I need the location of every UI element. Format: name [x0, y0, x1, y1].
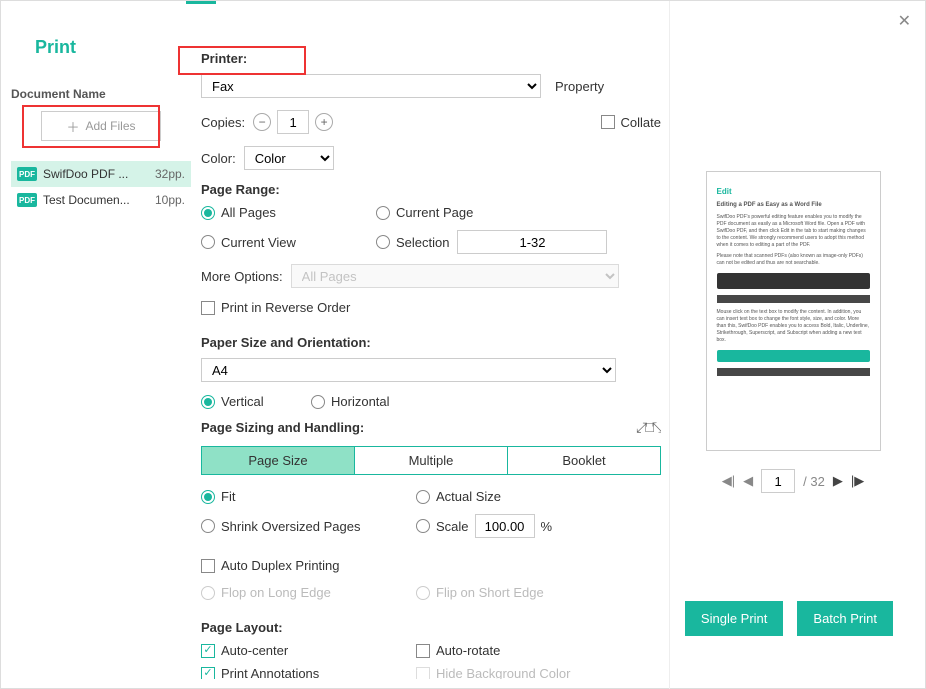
- copies-input[interactable]: [277, 110, 309, 134]
- sidebar: Document Name ＋ Add Files PDF SwifDoo PD…: [11, 87, 191, 213]
- radio-icon: [201, 395, 215, 409]
- radio-vertical[interactable]: Vertical: [201, 394, 311, 409]
- tab-booklet[interactable]: Booklet: [508, 447, 660, 474]
- radio-flop-long: Flop on Long Edge: [201, 585, 416, 600]
- scale-input[interactable]: [475, 514, 535, 538]
- checkbox-icon: [416, 667, 430, 680]
- page-total: / 32: [803, 474, 825, 489]
- printer-select[interactable]: Fax: [201, 74, 541, 98]
- document-list: PDF SwifDoo PDF ... 32pp. PDF Test Docum…: [11, 161, 191, 213]
- radio-scale[interactable]: Scale %: [416, 514, 552, 538]
- radio-icon: [416, 490, 430, 504]
- color-select[interactable]: Color: [244, 146, 334, 170]
- list-item[interactable]: PDF SwifDoo PDF ... 32pp.: [11, 161, 191, 187]
- hide-bg-checkbox: Hide Background Color: [416, 666, 631, 679]
- action-buttons: Single Print Batch Print: [685, 601, 893, 636]
- page-range-label: Page Range:: [201, 182, 661, 197]
- reverse-checkbox[interactable]: Print in Reverse Order: [201, 300, 416, 315]
- page-preview: Edit Editing a PDF as Easy as a Word Fil…: [706, 171, 881, 451]
- selection-input[interactable]: [457, 230, 607, 254]
- preview-subheading: Editing a PDF as Easy as a Word File: [717, 201, 870, 209]
- doc-pages: 32pp.: [155, 167, 185, 181]
- radio-current-page[interactable]: Current Page: [376, 205, 473, 220]
- prev-page-icon[interactable]: ◀: [743, 473, 753, 489]
- preview-nav: ◀| ◀ / 32 ▶ |▶: [693, 469, 893, 493]
- plus-icon: ＋: [66, 117, 79, 136]
- list-item[interactable]: PDF Test Documen... 10pp.: [11, 187, 191, 213]
- dialog-title: Print: [35, 37, 76, 58]
- sizing-label: Page Sizing and Handling:: [201, 420, 364, 435]
- radio-actual-size[interactable]: Actual Size: [416, 489, 501, 504]
- doc-name: SwifDoo PDF ...: [43, 167, 151, 181]
- property-link[interactable]: Property: [555, 79, 604, 94]
- radio-icon: [201, 490, 215, 504]
- printer-label: Printer:: [201, 51, 661, 66]
- page-layout-label: Page Layout:: [201, 620, 661, 635]
- tab-multiple[interactable]: Multiple: [355, 447, 508, 474]
- print-annotations-checkbox[interactable]: Print Annotations: [201, 666, 416, 679]
- dimensions-icon[interactable]: ⤢□⤡: [636, 419, 661, 436]
- accent-bar: [186, 1, 216, 4]
- copies-label: Copies:: [201, 115, 245, 130]
- color-label: Color:: [201, 151, 236, 166]
- add-files-button[interactable]: ＋ Add Files: [41, 111, 161, 141]
- preview-heading: Edit: [717, 186, 870, 197]
- radio-flip-short: Flip on Short Edge: [416, 585, 544, 600]
- radio-shrink[interactable]: Shrink Oversized Pages: [201, 519, 416, 534]
- checkbox-icon: [201, 559, 215, 573]
- radio-icon: [376, 206, 390, 220]
- checkbox-icon: [601, 115, 615, 129]
- checkbox-icon: [201, 301, 215, 315]
- more-options-select[interactable]: All Pages: [291, 264, 619, 288]
- radio-icon: [201, 586, 215, 600]
- checkbox-icon: [201, 667, 215, 680]
- collate-label: Collate: [621, 115, 661, 130]
- radio-icon: [201, 206, 215, 220]
- radio-icon: [311, 395, 325, 409]
- sizing-tabs: Page Size Multiple Booklet: [201, 446, 661, 475]
- auto-center-checkbox[interactable]: Auto-center: [201, 643, 416, 658]
- radio-horizontal[interactable]: Horizontal: [311, 394, 390, 409]
- radio-icon: [201, 519, 215, 533]
- single-print-button[interactable]: Single Print: [685, 601, 783, 636]
- collate-checkbox[interactable]: Collate: [601, 115, 661, 130]
- print-dialog: ✕ Print Document Name ＋ Add Files PDF Sw…: [0, 0, 926, 689]
- pdf-icon: PDF: [17, 193, 37, 207]
- more-options-label: More Options:: [201, 269, 283, 284]
- page-number-input[interactable]: [761, 469, 795, 493]
- radio-icon: [416, 586, 430, 600]
- next-page-icon[interactable]: ▶: [833, 473, 843, 489]
- pdf-icon: PDF: [17, 167, 37, 181]
- first-page-icon[interactable]: ◀|: [722, 473, 735, 489]
- document-name-label: Document Name: [11, 87, 191, 101]
- main-panel: Printer: Fax Property Copies: − + Collat…: [201, 51, 661, 679]
- duplex-checkbox[interactable]: Auto Duplex Printing: [201, 558, 416, 573]
- tab-page-size[interactable]: Page Size: [202, 447, 355, 474]
- paper-label: Paper Size and Orientation:: [201, 335, 661, 350]
- paper-size-select[interactable]: A4: [201, 358, 616, 382]
- radio-icon: [416, 519, 430, 533]
- radio-icon: [376, 235, 390, 249]
- vertical-divider: [669, 1, 670, 689]
- doc-name: Test Documen...: [43, 193, 151, 207]
- close-icon[interactable]: ✕: [898, 11, 911, 31]
- batch-print-button[interactable]: Batch Print: [797, 601, 893, 636]
- checkbox-icon: [201, 644, 215, 658]
- add-files-label: Add Files: [85, 119, 135, 133]
- last-page-icon[interactable]: |▶: [851, 473, 864, 489]
- auto-rotate-checkbox[interactable]: Auto-rotate: [416, 643, 631, 658]
- radio-fit[interactable]: Fit: [201, 489, 416, 504]
- radio-all-pages[interactable]: All Pages: [201, 205, 376, 220]
- radio-icon: [201, 235, 215, 249]
- plus-button[interactable]: +: [315, 113, 333, 131]
- minus-button[interactable]: −: [253, 113, 271, 131]
- radio-current-view[interactable]: Current View: [201, 235, 376, 250]
- preview-panel: Edit Editing a PDF as Easy as a Word Fil…: [693, 171, 893, 493]
- radio-selection[interactable]: Selection: [376, 230, 607, 254]
- doc-pages: 10pp.: [155, 193, 185, 207]
- checkbox-icon: [416, 644, 430, 658]
